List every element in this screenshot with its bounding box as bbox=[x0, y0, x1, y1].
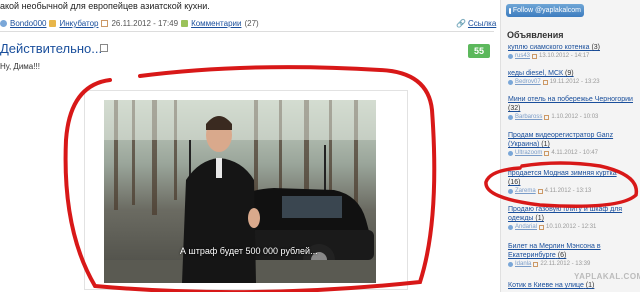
ad-title[interactable]: Билет на Мерлин Мэнсона в Екатеринбурге bbox=[508, 243, 601, 259]
user-icon bbox=[0, 20, 7, 27]
link-icon: 🔗 bbox=[456, 19, 466, 28]
ad-count: (16) bbox=[508, 179, 521, 186]
ad-date: 4.11.2012 - 13:13 bbox=[544, 188, 592, 194]
ad-date: 13.10.2012 - 14:17 bbox=[539, 53, 590, 59]
comments-count: (27) bbox=[244, 19, 259, 28]
ad-count: (1) bbox=[585, 282, 595, 289]
ad-date: 4.11.2012 - 10:47 bbox=[551, 150, 598, 156]
calendar-icon bbox=[537, 188, 543, 194]
twitter-icon bbox=[509, 7, 511, 14]
ad-count: (1) bbox=[541, 141, 550, 148]
ad-user[interactable]: Barbaross bbox=[515, 114, 542, 120]
twitter-follow-button[interactable]: Follow @yaplakalcom bbox=[506, 4, 584, 17]
ad-item[interactable]: Билет на Мерлин Мэнсона в Екатеринбурге … bbox=[508, 242, 634, 267]
user-icon bbox=[508, 261, 513, 267]
ad-count: (9) bbox=[565, 70, 574, 77]
ad-date: 10.10.2012 - 12:31 bbox=[546, 224, 597, 230]
ad-item[interactable]: Котик в Киеве на улице (1) bbox=[508, 281, 634, 290]
user-icon bbox=[508, 114, 513, 120]
user-icon bbox=[508, 53, 513, 59]
calendar-icon bbox=[533, 261, 539, 267]
folder-icon bbox=[49, 20, 57, 27]
calendar-icon bbox=[544, 114, 550, 120]
category-link[interactable]: Инкубатор bbox=[59, 19, 98, 28]
ad-count: (6) bbox=[557, 252, 567, 259]
ad-date: 22.11.2012 - 13:39 bbox=[540, 261, 591, 267]
ad-user[interactable]: rus43 bbox=[515, 53, 530, 59]
calendar-icon bbox=[532, 53, 538, 59]
ad-item[interactable]: Мини отель на побережье Черногории (32) … bbox=[508, 95, 634, 120]
calendar-icon bbox=[542, 79, 548, 85]
site-watermark: YAPLAKAL.COM bbox=[574, 272, 640, 281]
ad-item[interactable]: продается Модная зимняя куртка (16) Zarem… bbox=[508, 169, 634, 194]
ad-user[interactable]: Ultrazoom bbox=[515, 150, 542, 156]
post-title[interactable]: Действительно... bbox=[0, 41, 102, 56]
ads-heading: Объявления bbox=[507, 30, 564, 40]
ad-user[interactable]: Bedrov07 bbox=[515, 79, 541, 85]
ad-title[interactable]: Продаю газовую плиту и шкаф для одежды bbox=[508, 206, 622, 222]
ad-title[interactable]: Мини отель на побережье Черногории bbox=[508, 96, 633, 103]
user-icon bbox=[508, 150, 513, 156]
ad-title[interactable]: кеды diesel, МСК bbox=[508, 70, 563, 77]
calendar-icon bbox=[101, 20, 109, 27]
post-meta: Bondo000 Инкубатор 26.11.2012 - 17:49 Ко… bbox=[0, 19, 259, 28]
ad-title[interactable]: Котик в Киеве на улице bbox=[508, 282, 584, 289]
intro-text: акой необычной для европейцев азиатской … bbox=[0, 1, 210, 11]
permalink[interactable]: 🔗 Ссылка bbox=[456, 19, 496, 28]
ad-date: 1.10.2012 - 10:03 bbox=[551, 114, 599, 120]
ad-user[interactable]: Idanla bbox=[515, 261, 531, 267]
ad-title[interactable]: продается Модная зимняя куртка bbox=[508, 170, 617, 177]
follow-label: Follow @yaplakalcom bbox=[512, 7, 581, 14]
comment-icon bbox=[181, 20, 189, 27]
user-icon bbox=[508, 224, 513, 230]
external-link-icon[interactable] bbox=[100, 44, 108, 52]
ad-user[interactable]: Zarema bbox=[515, 188, 536, 194]
ad-title[interactable]: куплю сиамского котенка bbox=[508, 44, 589, 51]
author-link[interactable]: Bondo000 bbox=[10, 19, 46, 28]
user-icon bbox=[508, 79, 513, 85]
ad-item[interactable]: кеды diesel, МСК (9) Bedrov07 19.11.2012 … bbox=[508, 69, 634, 85]
ad-count: (1) bbox=[535, 215, 544, 222]
ad-count: (32) bbox=[508, 105, 521, 112]
ad-item[interactable]: Продаю газовую плиту и шкаф для одежды (… bbox=[508, 205, 634, 230]
ad-date: 19.11.2012 - 13:23 bbox=[549, 79, 600, 85]
ad-item[interactable]: куплю сиамского котенка (3) rus43 13.10.2… bbox=[508, 43, 634, 59]
post-date: 26.11.2012 - 17:49 bbox=[111, 19, 179, 28]
ad-title[interactable]: Продам видеорегистратор Ganz (Украина) bbox=[508, 132, 613, 148]
score-badge[interactable]: 55 bbox=[468, 44, 490, 58]
permalink-label[interactable]: Ссылка bbox=[468, 19, 496, 28]
calendar-icon bbox=[544, 150, 550, 156]
divider bbox=[0, 31, 494, 32]
comments-link[interactable]: Комментарии bbox=[191, 19, 241, 28]
calendar-icon bbox=[539, 224, 545, 230]
user-icon bbox=[508, 188, 513, 194]
photo-caption: А штраф будет 500 000 рублей... bbox=[180, 246, 318, 256]
ad-item[interactable]: Продам видеорегистратор Ganz (Украина) (… bbox=[508, 131, 634, 156]
ad-user[interactable]: Andarial bbox=[515, 224, 537, 230]
ad-count: (3) bbox=[591, 44, 600, 51]
post-text: Ну, Дима!!! bbox=[0, 62, 40, 71]
